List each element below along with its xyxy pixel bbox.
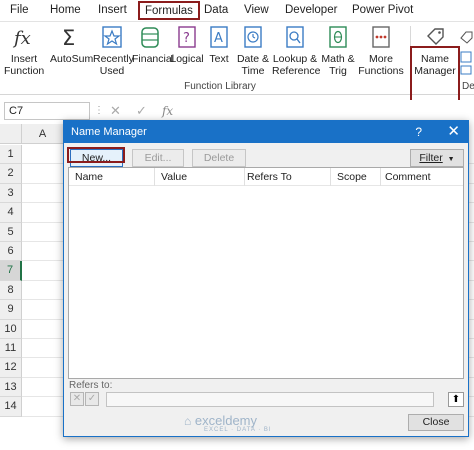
- row-header[interactable]: 8: [0, 280, 22, 301]
- column-comment[interactable]: Comment: [379, 168, 463, 186]
- row-header[interactable]: 7: [0, 261, 22, 281]
- ribbon-tabs: File Home Insert Formulas Data View Deve…: [0, 0, 474, 22]
- tab-file[interactable]: File: [10, 4, 29, 16]
- row-header[interactable]: 11: [0, 339, 22, 359]
- name-box[interactable]: C7: [4, 102, 90, 120]
- svg-text:Σ: Σ: [62, 26, 75, 50]
- text-button[interactable]: A Text: [206, 24, 232, 65]
- recently-used-button[interactable]: Recently Used: [93, 24, 134, 77]
- names-list[interactable]: Name Value Refers To Scope Comment: [68, 167, 464, 379]
- row-header[interactable]: 2: [0, 164, 22, 184]
- date-time-button[interactable]: Date & Time: [234, 24, 272, 77]
- tab-formulas[interactable]: Formulas: [138, 1, 200, 20]
- row-header[interactable]: 6: [0, 242, 22, 262]
- theta-icon: [325, 24, 351, 50]
- svg-text:?: ?: [183, 31, 190, 46]
- tab-view[interactable]: View: [244, 4, 269, 16]
- sigma-icon: Σ: [57, 24, 83, 50]
- tab-insert[interactable]: Insert: [98, 4, 127, 16]
- help-icon[interactable]: ?: [415, 121, 422, 143]
- cancel-edit-icon[interactable]: ✕: [70, 392, 84, 406]
- name-manager-dialog: Name Manager ? ✕ New... Edit... Delete F…: [63, 120, 469, 437]
- cancel-icon[interactable]: ✕: [110, 103, 121, 118]
- watermark-tagline: EXCEL · DATA · BI: [204, 427, 272, 433]
- define-name-icons[interactable]: [458, 26, 474, 76]
- formula-bar-icons: ✕ ✓ fx: [110, 103, 173, 119]
- defined-names-label: De: [462, 81, 474, 92]
- close-button[interactable]: Close: [408, 414, 464, 431]
- magnifier-icon: [282, 24, 308, 50]
- insert-function-icon[interactable]: fx: [162, 104, 173, 118]
- row-header[interactable]: 12: [0, 358, 22, 378]
- row-header[interactable]: 3: [0, 183, 22, 204]
- new-button-highlight: [67, 147, 125, 163]
- row-header[interactable]: 14: [0, 397, 22, 417]
- text-icon: A: [206, 24, 232, 50]
- name-manager-highlight: [410, 46, 460, 104]
- select-all-corner[interactable]: [0, 124, 22, 144]
- autosum-button[interactable]: Σ AutoSum: [50, 24, 93, 65]
- function-library-label: Function Library: [184, 81, 256, 92]
- question-icon: ?: [174, 24, 200, 50]
- watermark-brand: exceldemy: [194, 413, 258, 428]
- column-refers-to[interactable]: Refers To: [241, 168, 331, 186]
- watermark-logo-icon: ⌂: [184, 414, 192, 428]
- delete-button[interactable]: Delete: [192, 149, 246, 167]
- row-header[interactable]: 9: [0, 300, 22, 320]
- more-icon: [368, 24, 394, 50]
- column-name[interactable]: Name: [69, 168, 155, 186]
- collapse-dialog-icon[interactable]: ⬆: [448, 392, 464, 407]
- dialog-title-bar: Name Manager ? ✕: [64, 121, 468, 143]
- svg-text:A: A: [214, 31, 223, 46]
- dialog-title: Name Manager: [71, 126, 147, 138]
- refers-to-input[interactable]: [106, 392, 434, 407]
- financial-button[interactable]: Financial: [132, 24, 174, 65]
- edit-button[interactable]: Edit...: [132, 149, 184, 167]
- lookup-reference-button[interactable]: Lookup & Reference: [272, 24, 320, 77]
- math-trig-button[interactable]: Math & Trig: [320, 24, 356, 77]
- star-icon: [99, 24, 125, 50]
- chevron-down-icon: ▼: [447, 156, 455, 163]
- commit-edit-icon[interactable]: ✓: [85, 392, 99, 406]
- close-icon[interactable]: ✕: [447, 121, 460, 142]
- svg-text:fx: fx: [12, 28, 31, 49]
- ribbon: fx Insert Function Σ AutoSum Recently Us…: [0, 22, 474, 104]
- name-box-separator-icon: ⋮: [94, 105, 104, 116]
- tab-data[interactable]: Data: [204, 4, 228, 16]
- tab-developer[interactable]: Developer: [285, 4, 337, 16]
- list-header: Name Value Refers To Scope Comment: [69, 168, 463, 186]
- row-header[interactable]: 4: [0, 203, 22, 223]
- more-functions-button[interactable]: More Functions: [356, 24, 406, 77]
- formula-bar: C7 ⋮ ✕ ✓ fx: [0, 100, 474, 122]
- column-scope[interactable]: Scope: [331, 168, 381, 186]
- refers-to-label: Refers to:: [69, 380, 113, 391]
- row-header[interactable]: 5: [0, 222, 22, 242]
- filter-button[interactable]: Filter ▼: [410, 149, 464, 167]
- row-header[interactable]: 1: [0, 145, 22, 165]
- tab-home[interactable]: Home: [50, 4, 81, 16]
- database-icon: [137, 24, 163, 50]
- row-header[interactable]: 13: [0, 377, 22, 398]
- clock-icon: [240, 24, 266, 50]
- insert-function-button[interactable]: fx Insert Function: [4, 24, 44, 77]
- enter-icon[interactable]: ✓: [136, 103, 147, 118]
- exceldemy-watermark: ⌂ exceldemy EXCEL · DATA · BI: [184, 413, 271, 433]
- column-value[interactable]: Value: [155, 168, 245, 186]
- column-header-a[interactable]: A: [22, 124, 64, 144]
- tab-power-pivot[interactable]: Power Pivot: [352, 4, 413, 16]
- fx-icon: fx: [11, 24, 37, 50]
- row-header[interactable]: 10: [0, 319, 22, 339]
- logical-button[interactable]: ? Logical: [170, 24, 204, 65]
